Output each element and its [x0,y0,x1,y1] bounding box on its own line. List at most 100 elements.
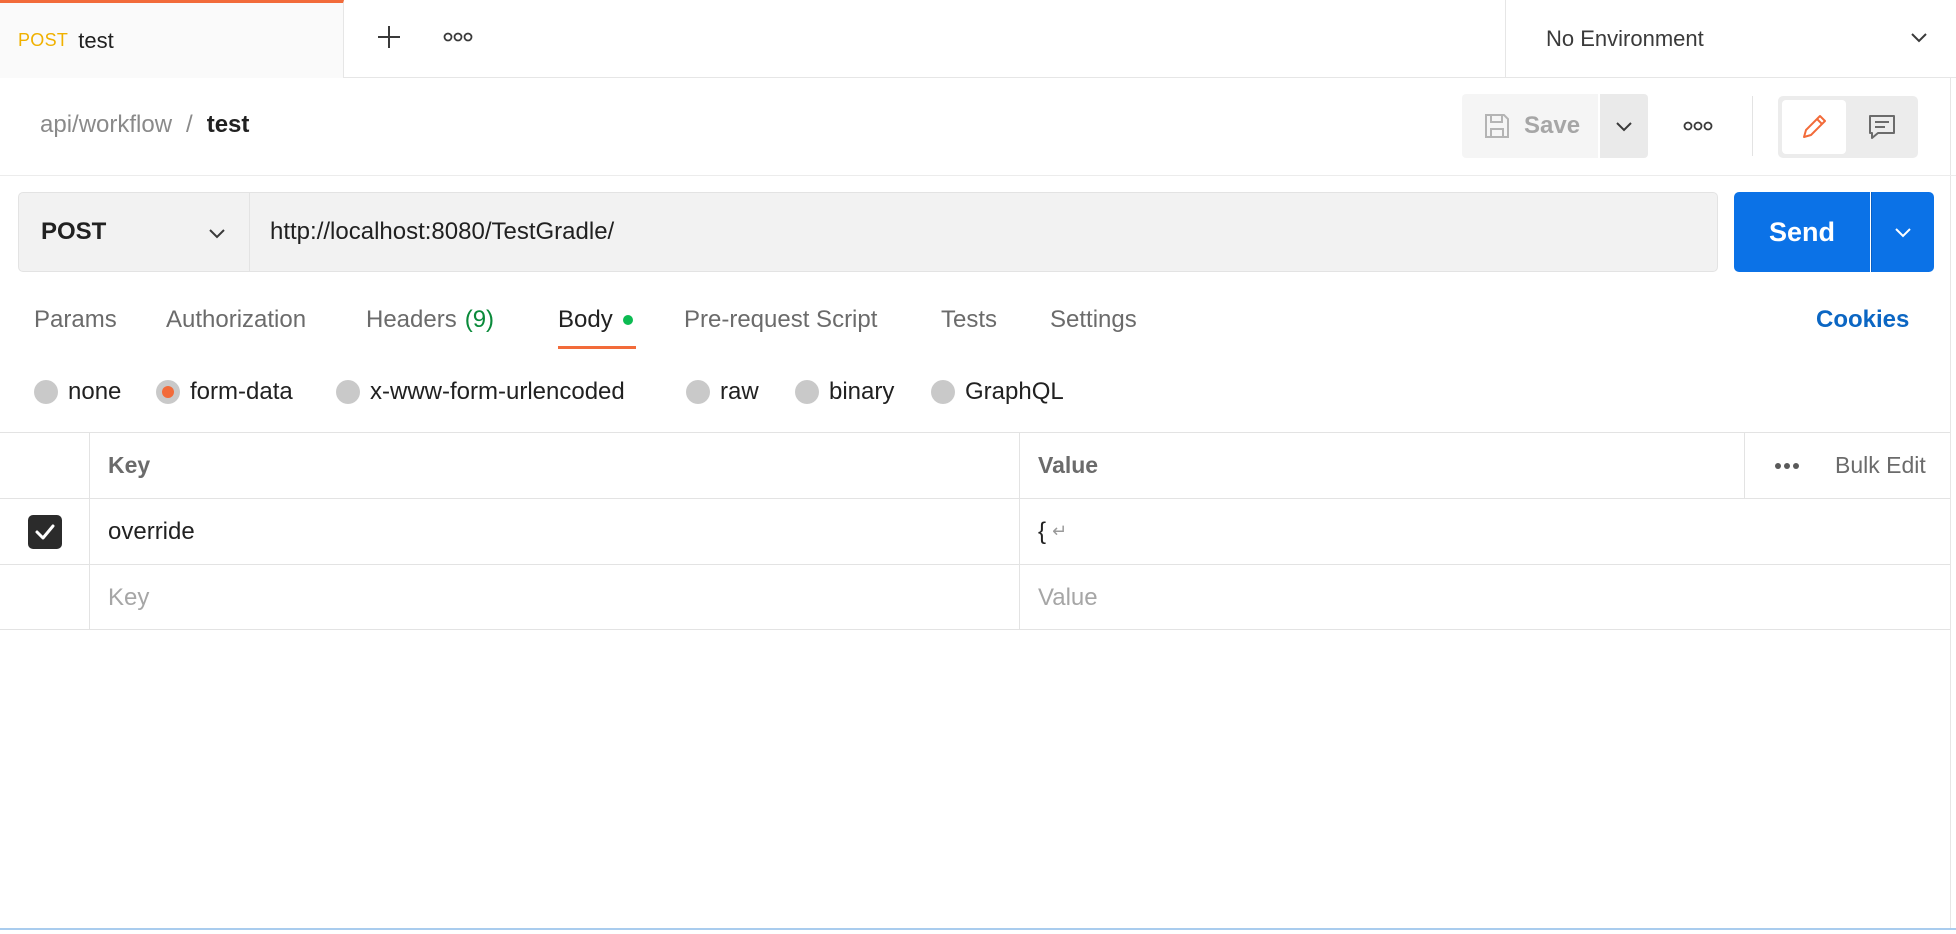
row-value: { [1038,517,1047,545]
new-tab-button[interactable] [368,16,410,58]
comment-icon [1869,115,1895,139]
body-type-raw-label: raw [720,378,759,405]
method-value: POST [41,218,107,245]
headers-count: (9) [464,306,495,333]
plus-icon [378,26,400,48]
save-button[interactable]: Save [1462,94,1598,158]
value-column-header: Value [1038,452,1099,478]
request-tab-method: POST [18,30,69,50]
tab-bar: POST test No Environment [0,0,1956,78]
send-dropdown-button[interactable] [1871,192,1934,272]
row-checkbox-cell [0,499,90,564]
tab-settings-label: Settings [1050,306,1137,333]
view-mode-toggle [1778,96,1918,158]
pencil-icon [1803,115,1826,138]
tab-tests[interactable]: Tests [941,296,997,344]
value-placeholder: Value [1038,583,1098,611]
tab-params-label: Params [34,306,117,333]
table-options-button[interactable] [1759,444,1815,488]
checkmark-icon [35,524,54,539]
save-label: Save [1524,112,1581,139]
request-options-button[interactable] [1676,104,1720,148]
environment-label: No Environment [1546,26,1704,51]
environment-selector[interactable]: No Environment [1505,0,1956,78]
chevron-down-icon [1616,122,1632,132]
request-tab-name: test [78,27,114,53]
tab-headers[interactable]: Headers (9) [366,296,494,344]
request-tab[interactable]: POST test [0,0,344,78]
edit-mode-button[interactable] [1782,100,1846,154]
body-type-urlencoded[interactable]: x-www-form-urlencoded [336,372,625,412]
table-actions: Bulk Edit [1744,433,1950,498]
tab-params[interactable]: Params [34,296,117,344]
table-row-empty: Key Value [0,564,1950,630]
form-data-table: Key Value Bulk Edit override { ↵ Key Val [0,432,1950,630]
row-value-cell[interactable]: { ↵ [1020,499,1744,564]
key-placeholder: Key [108,583,150,611]
save-dropdown-button[interactable] [1600,94,1648,158]
chevron-down-icon [1895,228,1911,238]
new-value-input[interactable]: Value [1020,565,1744,630]
tab-options-button[interactable] [437,16,479,58]
tab-pre-request-script[interactable]: Pre-request Script [684,296,877,344]
header-divider [1752,96,1753,156]
body-type-form-data[interactable]: form-data [156,372,293,412]
send-label: Send [1768,216,1835,247]
row-key-cell[interactable]: override [90,499,1020,564]
tab-authorization[interactable]: Authorization [166,296,306,344]
bulk-edit-button[interactable]: Bulk Edit [1835,452,1926,479]
bottom-divider[interactable] [0,928,1956,930]
body-type-form-data-label: form-data [190,378,293,405]
radio-graphql[interactable] [931,380,955,404]
body-type-binary[interactable]: binary [795,372,894,412]
right-border [1950,78,1951,930]
radio-raw[interactable] [686,380,710,404]
send-button[interactable]: Send [1734,192,1870,272]
tab-tests-label: Tests [941,306,998,333]
empty-checkbox-cell [0,565,90,630]
table-row: override { ↵ [0,498,1950,564]
body-indicator-dot [622,315,633,325]
request-tabs: Params Authorization Headers (9) Body Pr… [0,296,1956,352]
more-icon [1775,462,1799,469]
radio-form-data[interactable] [156,380,180,404]
url-input[interactable]: http://localhost:8080/TestGradle/ [250,192,1718,272]
key-column-header: Key [90,433,1020,498]
breadcrumb-parent[interactable]: api/workflow [40,111,172,139]
breadcrumb-separator: / [186,111,193,138]
active-tab-underline [558,346,636,349]
body-type-graphql-label: GraphQL [965,378,1064,405]
request-header: api/workflow / test [0,78,1956,176]
body-type-binary-label: binary [829,378,895,405]
return-icon: ↵ [1052,521,1068,541]
row-enabled-checkbox[interactable] [27,514,62,549]
radio-none[interactable] [34,380,58,404]
save-icon [1485,114,1509,138]
breadcrumb: api/workflow / test [40,111,249,139]
row-key: override [108,517,195,545]
cookies-link[interactable]: Cookies [1816,296,1909,344]
body-type-urlencoded-label: x-www-form-urlencoded [370,378,625,405]
comments-mode-button[interactable] [1850,100,1914,154]
tab-body-label: Body [558,306,613,333]
body-type-none-label: none [68,378,122,405]
tab-settings[interactable]: Settings [1050,296,1137,344]
radio-binary[interactable] [795,380,819,404]
body-type-raw[interactable]: raw [686,372,759,412]
more-icon [443,32,473,42]
tab-body[interactable]: Body [558,296,633,344]
tab-pre-request-label: Pre-request Script [684,306,878,333]
table-header-row: Key Value Bulk Edit [0,432,1950,498]
radio-urlencoded[interactable] [336,380,360,404]
tab-headers-label: Headers [366,306,457,333]
body-type-none[interactable]: none [34,372,121,412]
method-select[interactable]: POST [18,192,250,272]
tab-authorization-label: Authorization [166,306,307,333]
new-key-input[interactable]: Key [90,565,1020,630]
breadcrumb-current[interactable]: test [207,111,250,139]
chevron-down-icon [209,229,225,239]
url-value: http://localhost:8080/TestGradle/ [270,218,615,245]
body-type-selector: none form-data x-www-form-urlencoded raw… [0,372,1956,412]
body-type-graphql[interactable]: GraphQL [931,372,1064,412]
chevron-down-icon [1911,33,1927,43]
